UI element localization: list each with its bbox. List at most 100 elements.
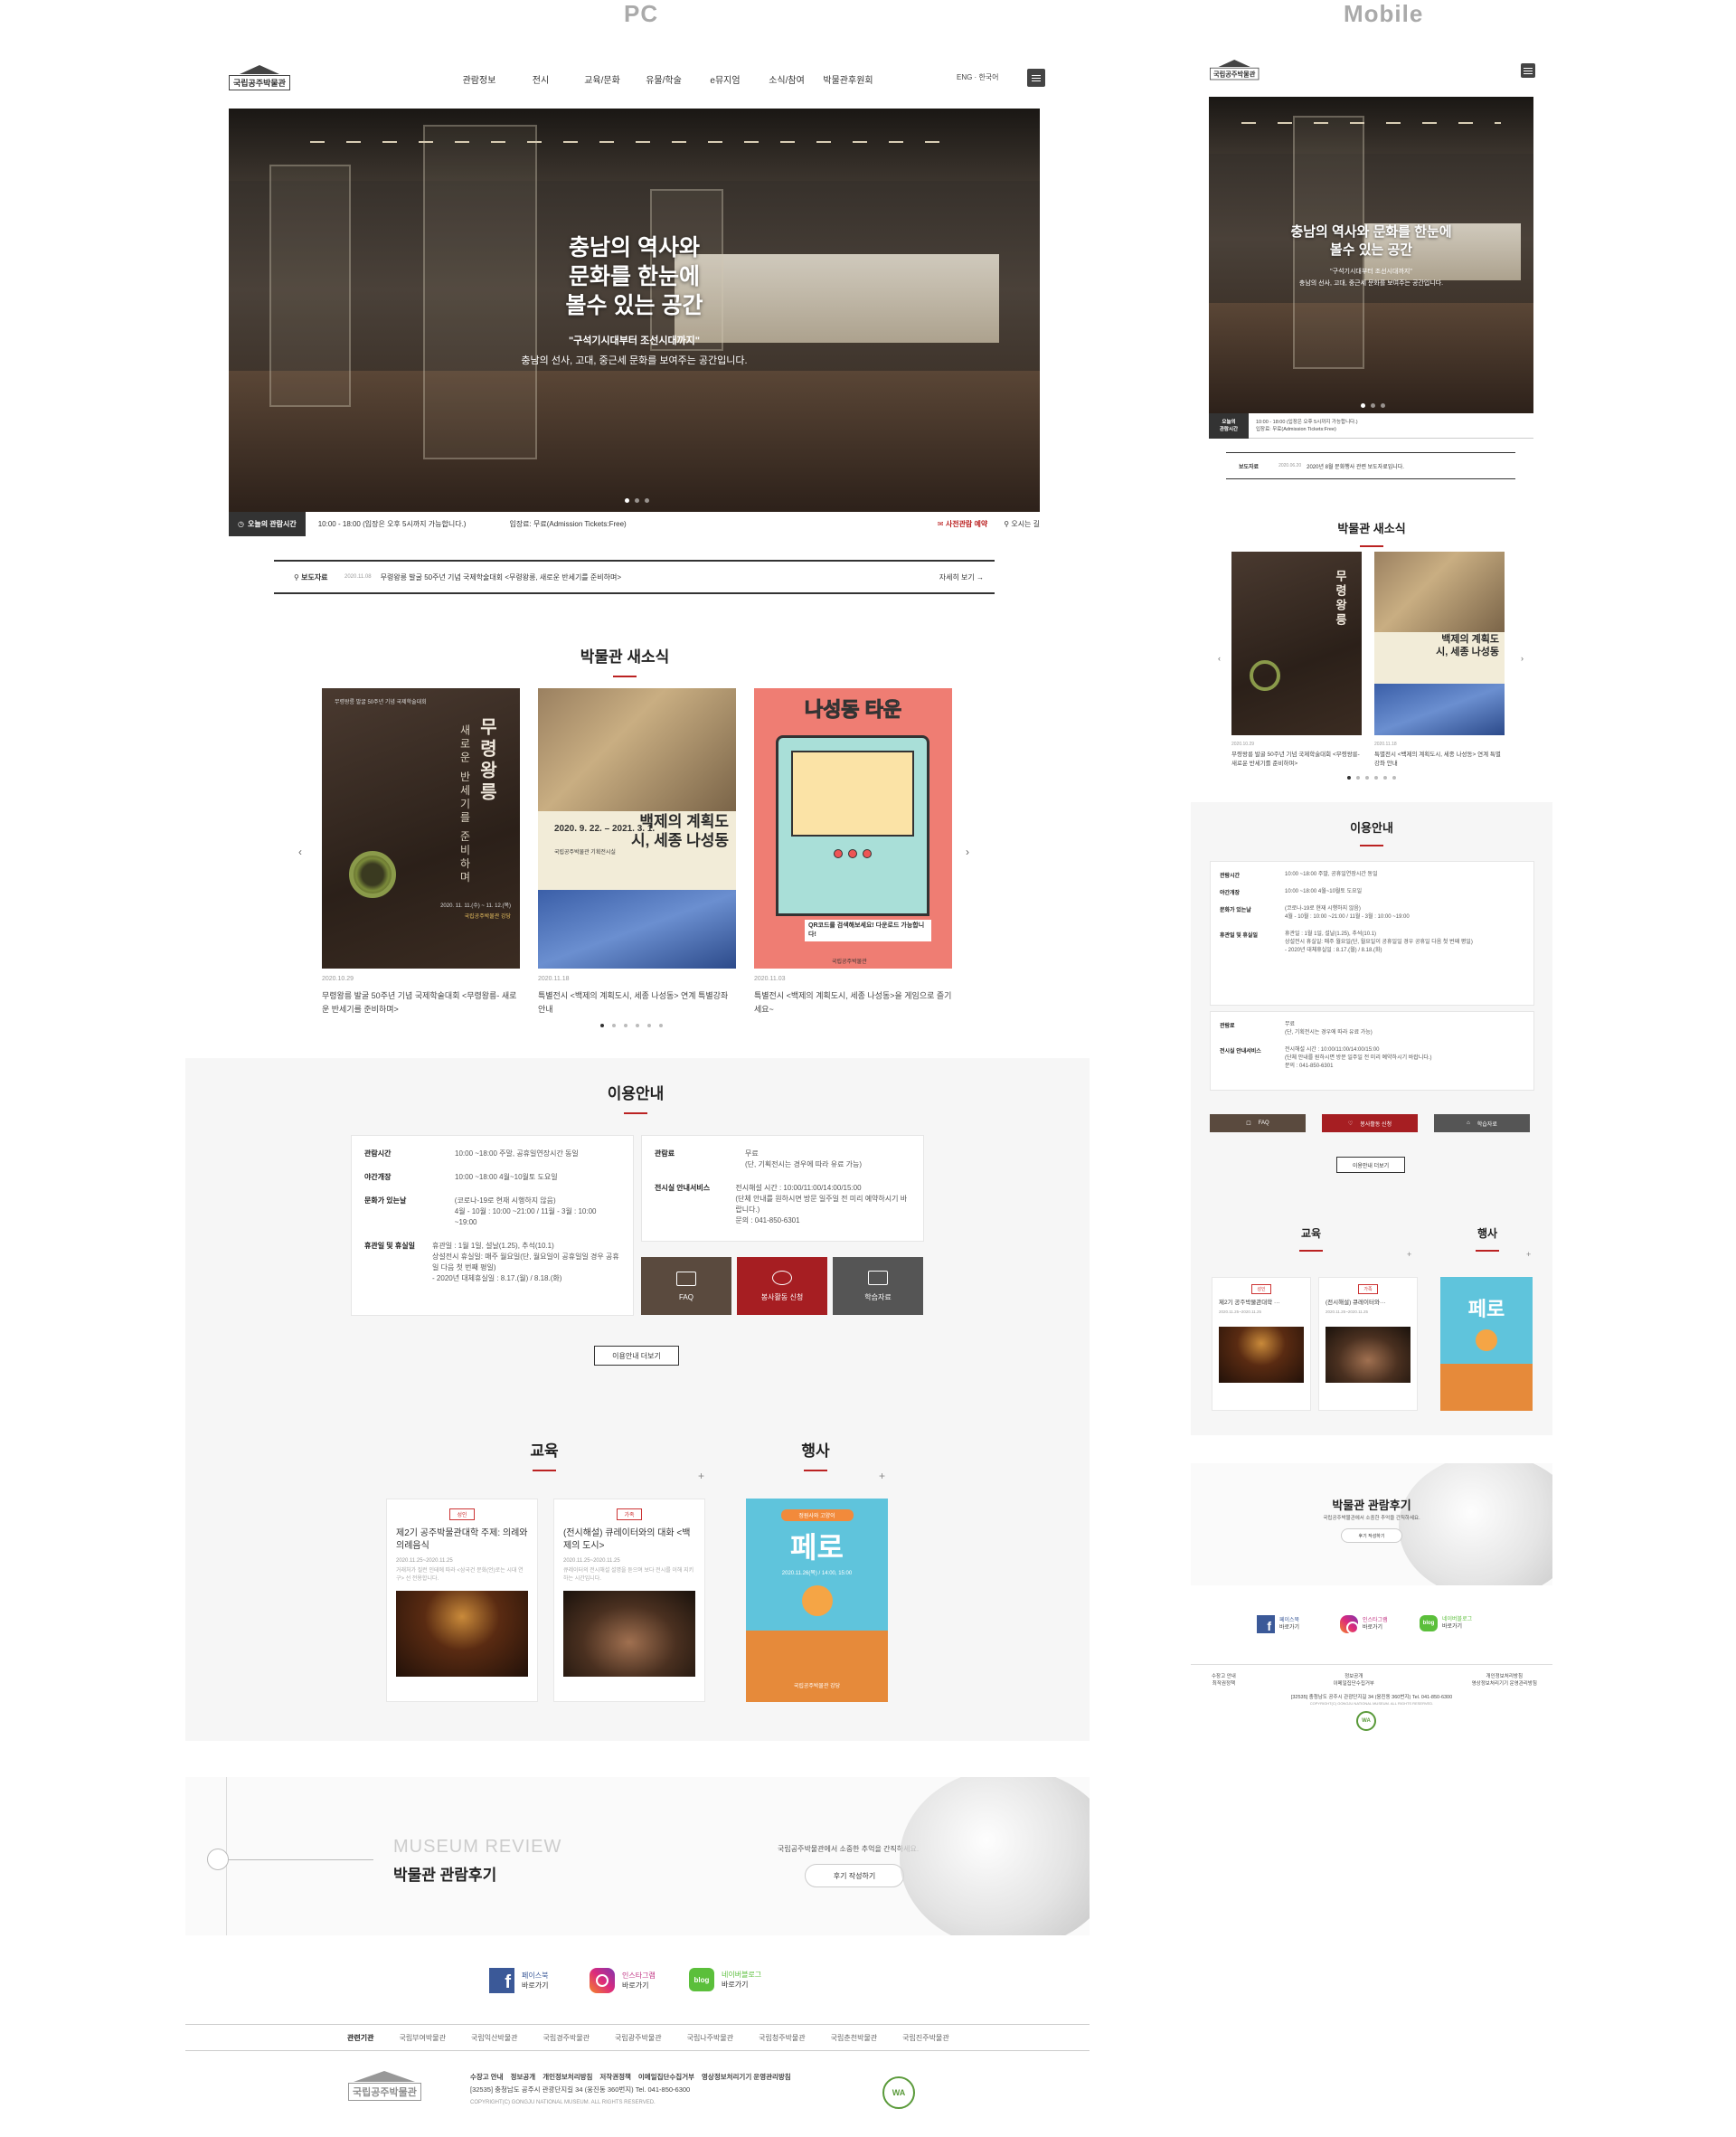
mobile-admission: 입장료: 무료(Admission Tickets:Free) [1256,426,1336,432]
mobile-news-title: 박물관 새소식 [1281,519,1462,547]
footer-link[interactable]: 영상정보처리기기 운영관리방침 [1472,1680,1537,1688]
related-link[interactable]: 국립익산박물관 [471,2033,518,2043]
event-more-plus-icon[interactable]: + [879,1470,885,1482]
facebook-link[interactable]: f 페이스북 바로가기 [489,1968,548,1993]
mobile-write-review-button[interactable]: 후기 작성하기 [1341,1528,1402,1543]
footer-link[interactable]: 정보공개 [511,2071,536,2084]
faq-button[interactable]: FAQ [641,1257,731,1315]
footer-link[interactable]: 개인정보처리방침 [542,2071,592,2084]
mobile-study-button[interactable]: ⌂ 학습자료 [1434,1114,1530,1132]
footer-info: 수장고 안내 정보공개 개인정보처리방침 저작권정책 이메일집단수집거부 영상정… [470,2071,791,2109]
edu-card-1[interactable]: 성인 제2기 공주박물관대학 주제: 의례와 의례음식 2020.11.25~2… [386,1499,538,1702]
news-prev-arrow[interactable]: ‹ [298,846,302,858]
mobile-news-next-arrow[interactable]: › [1521,654,1524,663]
footer-link[interactable]: 이메일집단수집거부 [1333,1680,1374,1688]
nav-item-exhibition[interactable]: 전시 [510,72,571,86]
related-link[interactable]: 국립춘천박물관 [831,2033,878,2043]
news-poster-3[interactable]: 나성동 타운 QR코드를 검색해보세요! 다운로드 가능합니다! 국립공주박물관 [754,688,952,969]
mobile-review-section: 박물관 관람후기 국립공주박물관에서 소중한 추억을 간직하세요. 후기 작성하… [1191,1463,1552,1585]
hero-description: 충남의 선사, 고대, 중근세 문화를 보여주는 공간입니다. [521,355,748,366]
mobile-logo[interactable]: 국립공주박물관 [1210,60,1260,80]
nav-item-news[interactable]: 소식/참여 [756,72,817,86]
footer-link[interactable]: 이메일집단수집거부 [638,2071,694,2084]
related-link[interactable]: 국립나주박물관 [687,2033,734,2043]
mobile-guide-more-button[interactable]: 이용안내 더보기 [1336,1157,1405,1173]
related-link[interactable]: 국립경주박물관 [543,2033,590,2043]
footer-link[interactable]: 수장고 안내 [470,2071,504,2084]
review-en-title: MUSEUM REVIEW [393,1837,562,1857]
mobile-news-poster-2[interactable]: 백제의 계획도시, 세종 나성동 [1374,552,1505,735]
hero-pagination[interactable] [625,498,649,503]
blog-icon: blog [689,1968,714,1991]
mobile-volunteer-button[interactable]: ♡ 봉사활동 신청 [1322,1114,1418,1132]
mobile-news-prev-arrow[interactable]: ‹ [1218,654,1221,663]
news-caption-1[interactable]: 무령왕릉 발굴 50주년 기념 국제학술대회 <무령왕릉- 새로운 반세기를 준… [322,989,520,1016]
mobile-edu-card-2[interactable]: 가족 (전시해설) 큐레이터와··· 2020.11.25~2020.11.25 [1318,1277,1418,1411]
news-poster-2[interactable]: 2020. 9. 22. – 2021. 3. 1. 국립공주박물관 기획전시실… [538,688,736,969]
related-link[interactable]: 국립광주박물관 [615,2033,662,2043]
mobile-instagram-link[interactable]: 인스타그램 바로가기 [1340,1615,1388,1634]
mobile-edu-card-1[interactable]: 성인 제2기 공주박물관대학 ··· 2020.11.25~2020.11.25 [1212,1277,1311,1411]
mobile-event-plus-icon[interactable]: + [1526,1250,1531,1259]
nav-item-emuseum[interactable]: e뮤지엄 [694,72,756,86]
press-headline[interactable]: 무령왕릉 발굴 50주년 기념 국제학술대회 <무령왕릉, 새로운 반세기를 준… [381,572,621,582]
nav-item-support[interactable]: 박물관후원회 [817,72,879,86]
language-switch[interactable]: ENG · 한국어 [957,72,999,82]
mobile-hero-title-line2: 볼수 있는 공간 [1329,242,1413,258]
nav-item-education[interactable]: 교육/문화 [571,72,633,86]
nav-item-visit[interactable]: 관람정보 [448,72,510,86]
menu-icon[interactable] [1027,69,1045,87]
mobile-web-accessibility-mark: WA [1356,1711,1376,1731]
edu-photo [1326,1327,1410,1383]
mobile-hero-pagination[interactable] [1361,403,1385,408]
guide-more-button[interactable]: 이용안내 더보기 [594,1346,679,1366]
mobile-facebook-link[interactable]: f 페이스북 바로가기 [1257,1615,1299,1633]
reservation-link[interactable]: ✉ 사전관람 예약 [938,519,987,529]
mobile-news-pagination[interactable] [1347,776,1396,780]
mobile-hero-text: 충남의 역사와 문화를 한눈에 볼수 있는 공간 "구석기시대부터 조선시대까지… [1209,223,1533,288]
edu-card-2[interactable]: 가족 (전시해설) 큐레이터와의 대화 <백제의 도시> 2020.11.25~… [553,1499,705,1702]
directions-link[interactable]: ⚲ 오시는 길 [1004,519,1040,529]
mobile-event-poster[interactable]: 페로 [1440,1277,1533,1411]
edu-more-plus-icon[interactable]: + [698,1470,704,1482]
related-link[interactable]: 국립청주박물관 [759,2033,806,2043]
today-hours-tag: ◷ 오늘의 관람시간 [229,512,306,536]
mobile-press-headline[interactable]: 2020년 8월 문화행사 관련 보도자료입니다. [1307,462,1404,470]
news-caption-3[interactable]: 특별전시 <백제의 계획도시, 세종 나성동>을 게임으로 즐기세요~ [754,989,952,1016]
site-logo[interactable]: 국립공주박물관 [229,65,290,90]
press-more-link[interactable]: 자세히 보기 → [939,572,995,582]
news-next-arrow[interactable]: › [966,846,969,858]
nav-item-collection[interactable]: 유물/학술 [633,72,694,86]
mobile-news-caption-2[interactable]: 특별전시 <백제의 계획도시, 세종 나성동> 연계 특별강좌 안내 [1374,751,1505,769]
guide-value: (단체 안내를 원하시면 방문 일주일 전 미리 예약하시기 바랍니다.) [1285,1055,1432,1061]
mobile-blog-link[interactable]: blog 네이버블로그 바로가기 [1420,1615,1472,1631]
news-pagination[interactable] [600,1024,663,1027]
guide-value: (코로나-19로 현재 시행하지 않음) [1285,906,1361,912]
footer-link[interactable]: 영상정보처리기기 운영관리방침 [702,2071,791,2084]
blog-link[interactable]: blog 네이버블로그 바로가기 [689,1968,761,1991]
footer-link[interactable]: 최작권정책 [1212,1680,1236,1688]
related-link[interactable]: 국립부여박물관 [399,2033,446,2043]
news-caption-2[interactable]: 특별전시 <백제의 계획도시, 세종 나성동> 연계 특별강좌 안내 [538,989,736,1016]
mobile-review-desc: 국립공주박물관에서 소중한 추억을 간직하세요. [1323,1516,1420,1521]
volunteer-button[interactable]: 봉사활동 신청 [737,1257,827,1315]
guide-key: 야간개장 [364,1173,392,1181]
guide-key: 전시실 안내서비스 [1220,1049,1261,1054]
mobile-faq-button[interactable]: ☐ FAQ [1210,1114,1306,1132]
related-link[interactable]: 국립진주박물관 [902,2033,949,2043]
mobile-news-caption-1[interactable]: 무령왕릉 발굴 50주년 기념 국제학술대회 <무령왕릉- 새로운 반세기를 준… [1231,751,1362,769]
footer-link[interactable]: 개인정보처리방침 [1472,1673,1537,1680]
event-poster[interactable]: 정원사와 고양이 페로 2020.11.26(목) / 14:00, 15:00… [746,1499,888,1702]
footer-link[interactable]: 저작권정책 [599,2071,631,2084]
instagram-link[interactable]: 인스타그램 바로가기 [590,1968,656,1993]
press-label: ⚲ 보도자료 [294,572,328,582]
edu-title: 제2기 공주박물관대학 ··· [1219,1300,1280,1306]
study-material-button[interactable]: 학습자료 [833,1257,923,1315]
mobile-menu-icon[interactable] [1521,63,1535,78]
write-review-button[interactable]: 후기 작성하기 [805,1864,904,1887]
mobile-edu-plus-icon[interactable]: + [1407,1250,1411,1259]
footer-link[interactable]: 수장고 안내 [1212,1673,1236,1680]
mobile-news-poster-1[interactable]: 무령왕릉 [1231,552,1362,735]
footer-link[interactable]: 정보공개 [1333,1673,1374,1680]
news-poster-1[interactable]: 무령왕릉 발굴 50주년 기념 국제학술대회 무령왕릉 새로운 반세기를 준비하… [322,688,520,969]
